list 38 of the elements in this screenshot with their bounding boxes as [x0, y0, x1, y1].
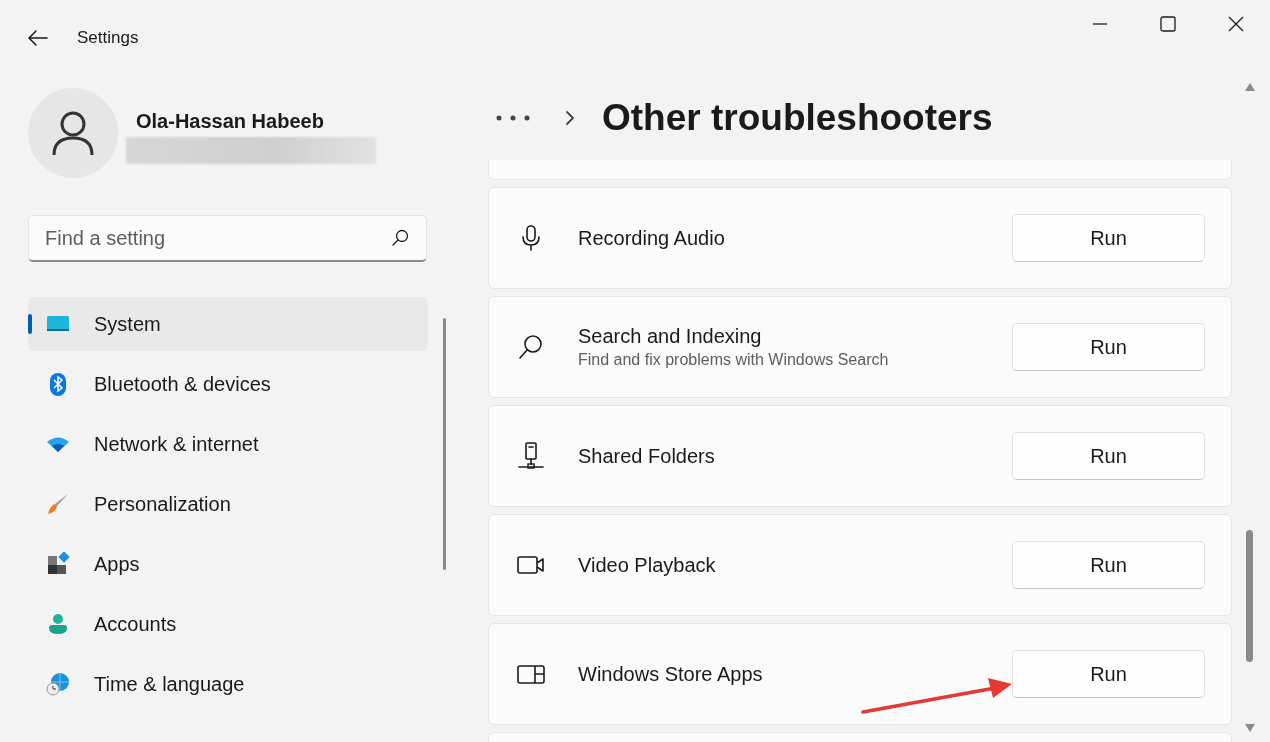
apps-icon [46, 552, 70, 576]
search-field[interactable]: Find a setting [28, 215, 427, 262]
close-icon [1227, 15, 1245, 33]
more-icon[interactable] [495, 113, 531, 122]
troubleshooter-title: Windows Store Apps [578, 662, 764, 686]
run-button[interactable]: Run [1012, 323, 1205, 371]
maximize-icon [1159, 15, 1177, 33]
troubleshooter-title: Video Playback [578, 553, 717, 577]
nav-item[interactable]: Bluetooth & devices [28, 357, 428, 411]
globe-clock-icon [46, 672, 70, 696]
troubleshooter-description: Find and fix problems with Windows Search [578, 351, 890, 369]
user-name: Ola-Hassan Habeeb [136, 110, 325, 133]
nav-item[interactable]: System [28, 297, 428, 351]
scroll-down-icon[interactable] [1244, 723, 1256, 733]
troubleshooter-title: Search and Indexing [578, 325, 763, 348]
nav-item[interactable]: Time & language [28, 657, 428, 711]
scrollbar-thumb[interactable] [1246, 530, 1253, 662]
run-button[interactable]: Run [1012, 650, 1205, 698]
troubleshooter-title: Shared Folders [578, 444, 716, 468]
scroll-up-icon[interactable] [1244, 82, 1256, 92]
scrollbar-thumb[interactable] [443, 318, 446, 570]
search-icon [391, 229, 409, 247]
nav-item[interactable]: Network & internet [28, 417, 428, 471]
network-drive-icon [517, 442, 545, 470]
run-button[interactable]: Run [1012, 541, 1205, 589]
chevron-right-icon [564, 108, 576, 127]
nav-item[interactable]: Apps [28, 537, 428, 591]
troubleshooter-title: Recording Audio [578, 226, 726, 250]
search-icon [517, 333, 545, 361]
run-button[interactable]: Run [1012, 214, 1205, 262]
paintbrush-icon [46, 492, 70, 516]
nav-item[interactable]: Accounts [28, 597, 428, 651]
person-icon [46, 612, 70, 636]
page-title: Other troubleshooters [602, 96, 993, 139]
nav-item[interactable]: Personalization [28, 477, 428, 531]
run-button[interactable]: Run [1012, 432, 1205, 480]
minimize-icon [1091, 23, 1109, 25]
window-title: Settings [77, 27, 139, 48]
